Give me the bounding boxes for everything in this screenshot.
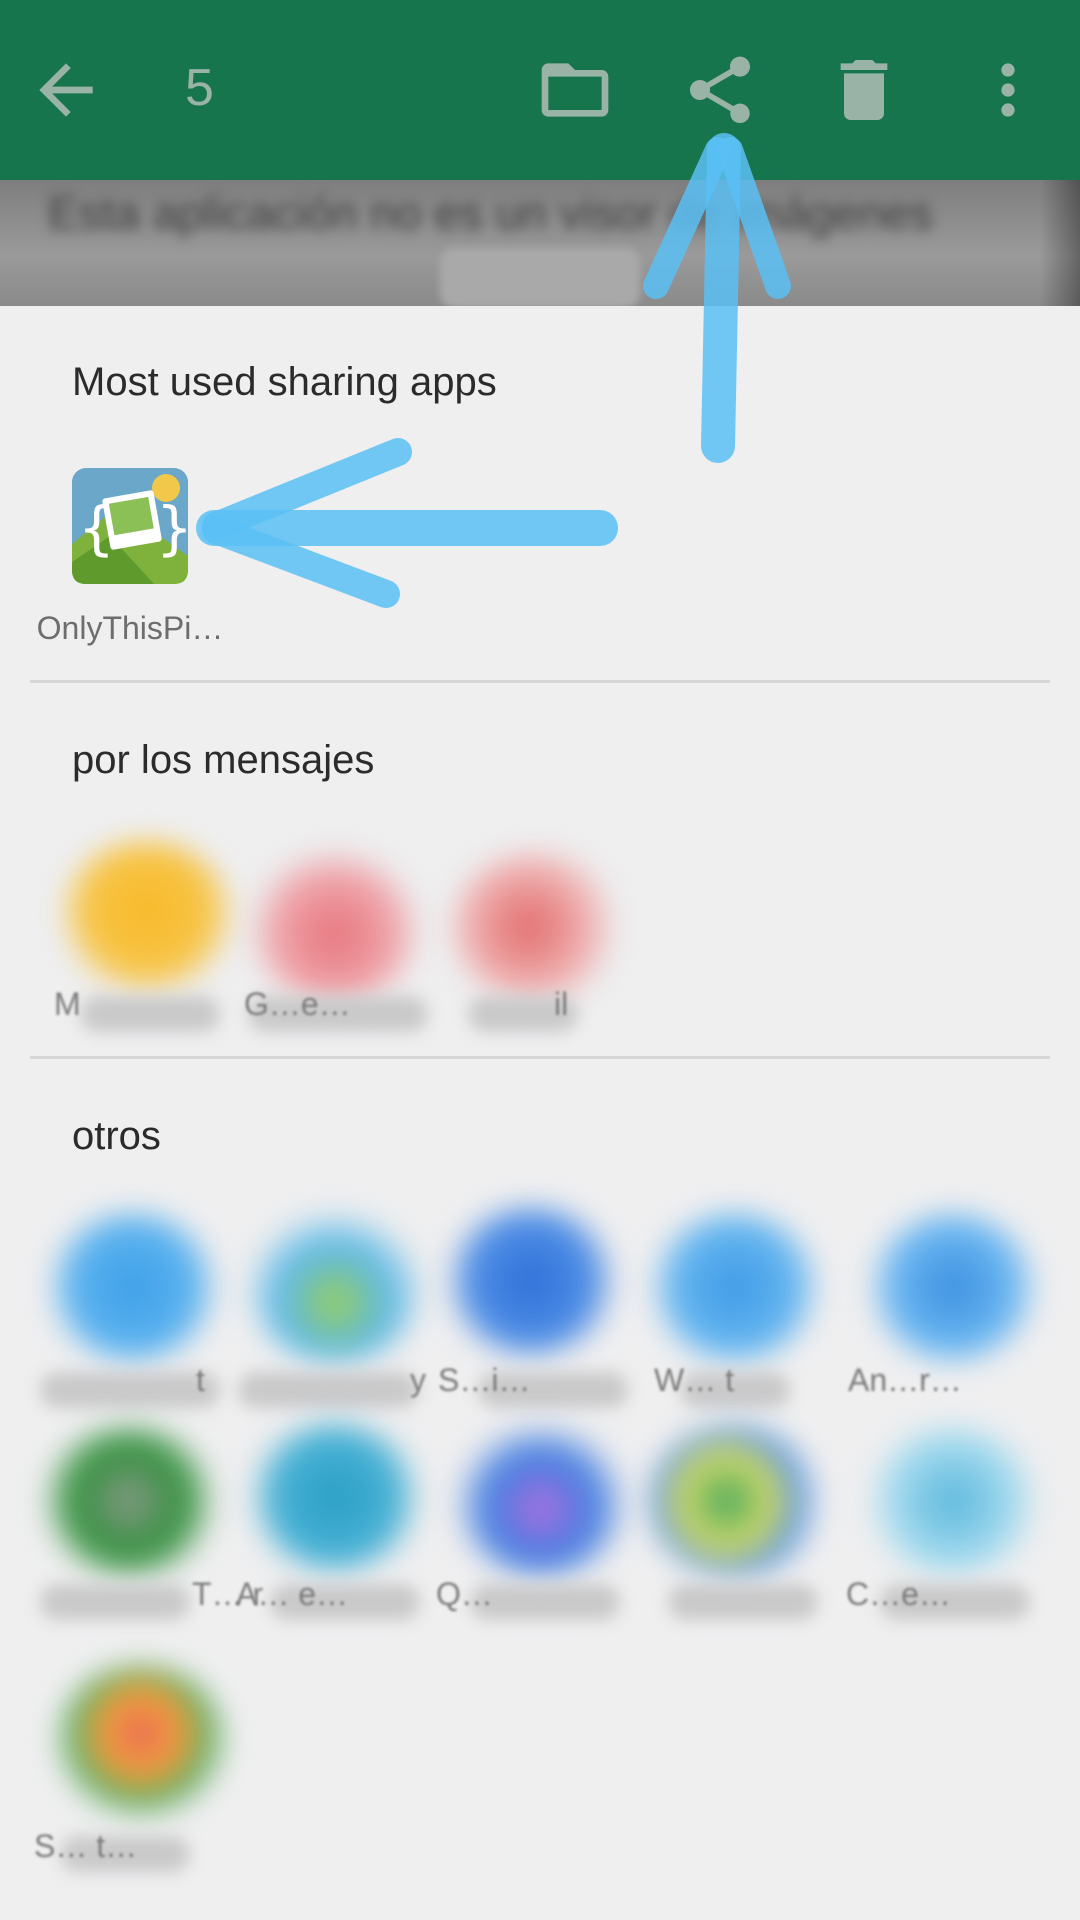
underlying-edge-shadow: [1040, 180, 1080, 306]
blurred-app-icon: [650, 1426, 820, 1576]
underlying-content-dimmed: Esta aplicación no es un visor de imágen…: [0, 180, 1080, 306]
blurred-app-icon: [250, 1422, 420, 1572]
arrow-back-icon[interactable]: [26, 50, 106, 130]
share-sheet: Most used sharing apps { } OnlyThisPi… p…: [0, 306, 1080, 1920]
divider: [30, 680, 1050, 683]
section-title-others: otros: [72, 1114, 161, 1158]
app-toolbar: 5: [0, 0, 1080, 180]
app-label: y: [410, 1362, 426, 1398]
svg-text:}: }: [156, 494, 190, 562]
app-label-mail: G…e…: [244, 986, 351, 1022]
app-label: S…i…: [438, 1362, 531, 1398]
blurred-app-icon: [250, 1212, 420, 1362]
app-label: Q…: [436, 1576, 493, 1612]
underlying-text: Esta aplicación no es un visor de imágen…: [48, 187, 933, 239]
label-smudge: [238, 1372, 418, 1408]
folder-icon[interactable]: [535, 50, 615, 130]
blurred-app-icon: [48, 1212, 218, 1362]
app-label-messages: M: [54, 986, 81, 1022]
app-label: S… t…: [34, 1828, 138, 1864]
blurred-app-icon: [650, 1212, 820, 1362]
label-smudge: [668, 1584, 818, 1620]
app-label: t: [196, 1362, 205, 1398]
app-label-onlythispicture: OnlyThisPi…: [36, 610, 224, 646]
share-icon[interactable]: [680, 50, 760, 130]
trash-icon[interactable]: [824, 50, 904, 130]
gallery-app-icon: { }: [70, 466, 193, 586]
app-label: A… e…: [236, 1576, 349, 1612]
underlying-chip: [440, 248, 640, 306]
section-title-messages: por los mensajes: [72, 738, 375, 782]
selection-count: 5: [185, 59, 214, 117]
app-label: W… t: [654, 1362, 734, 1398]
label-smudge: [80, 996, 220, 1032]
more-vert-icon[interactable]: [968, 50, 1048, 130]
blurred-app-icon: [44, 1426, 214, 1576]
divider: [30, 1056, 1050, 1059]
blurred-app-icon: [56, 1666, 226, 1816]
blurred-app-icon: [446, 1206, 616, 1356]
app-label-gmail: il: [554, 986, 569, 1022]
gmail-icon: [452, 852, 622, 1002]
blurred-app-icon: [868, 1212, 1038, 1362]
section-title-most-used: Most used sharing apps: [72, 360, 497, 404]
svg-text:{: {: [78, 494, 115, 562]
messaging-app-icon: [62, 842, 232, 992]
blurred-app-icon: [456, 1426, 626, 1576]
blurred-app-icon: [868, 1426, 1038, 1576]
label-smudge: [40, 1372, 220, 1408]
mail-app-icon: [250, 852, 420, 1002]
app-label: An…r…: [848, 1362, 962, 1398]
label-smudge: [40, 1584, 190, 1620]
app-label: C…e…: [846, 1576, 951, 1612]
